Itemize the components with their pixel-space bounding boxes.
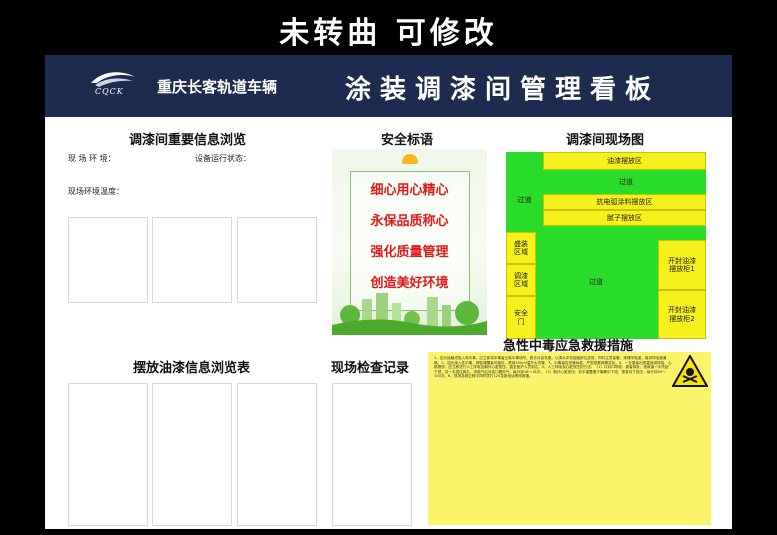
company-name: 重庆长客轨道车辆 [157, 78, 278, 96]
zone-safe-door: 安全 门 [506, 296, 536, 339]
toxic-hazard-icon [672, 355, 708, 387]
management-board: CQCK 重庆长客轨道车辆 涂装调漆间管理看板 调漆间重要信息浏览 现 场 环 … [45, 55, 732, 529]
zone-aisle-center: 过道 [589, 277, 603, 286]
safety-poster: 细心用心精心 永保品质称心 强化质量管理 创造美好环境 [332, 149, 487, 335]
zone-mix: 调漆 区域 [506, 264, 536, 296]
safety-title: 安全标语 [381, 133, 434, 148]
safety-slogan: 永保品质称心 [370, 214, 449, 229]
env-temp-label: 现场环境温度： [68, 187, 124, 196]
info-browse-title: 调漆间重要信息浏览 [129, 133, 247, 148]
safety-slogan: 强化质量管理 [370, 245, 449, 260]
inspection-slot [332, 383, 412, 526]
info-slot [152, 217, 232, 303]
site-map-title: 调漆间现场图 [566, 133, 645, 148]
zone-aisle-top: 过道 [619, 177, 633, 186]
zone-container: 盛装 区域 [506, 232, 536, 264]
paint-list-title: 摆放油漆信息浏览表 [133, 361, 251, 376]
board-title: 涂装调漆间管理看板 [345, 75, 661, 105]
paint-slot [237, 383, 317, 526]
zone-paint-area: 油漆摆放区 [543, 152, 706, 170]
cityscape-graphic [332, 293, 487, 335]
device-status-label: 设备运行状态： [195, 154, 251, 163]
info-slot [237, 217, 317, 303]
zone-aisle-left: 过道 [517, 195, 532, 204]
board-header: CQCK 重庆长客轨道车辆 涂装调漆间管理看板 [45, 55, 732, 117]
zone-cabinet-2: 开封油漆 摆放柜2 [658, 290, 706, 339]
inspection-title: 现场检查记录 [331, 361, 410, 376]
zone-putty: 腻子摆放区 [543, 210, 706, 226]
rescue-instructions: 1、如为接触或吸入而中毒，应立即将中毒者迁离中毒场所，脱去污染衣服，以清水冲洗接… [434, 356, 672, 379]
zone-cabinet-1: 开封油漆 摆放柜1 [658, 240, 706, 290]
paint-slot [68, 383, 148, 526]
safety-slogan: 细心用心精心 [370, 183, 449, 198]
top-caption: 未转曲 可修改 [279, 16, 498, 51]
paint-slot [152, 383, 232, 526]
info-slot [68, 217, 148, 303]
env-label: 现 场 环 境： [68, 154, 116, 163]
site-map: 油漆摆放区 过道 过道 抗电弧涂料摆放区 腻子摆放区 盛装 区域 调漆 区域 安… [506, 152, 706, 339]
rescue-panel: 1、如为接触或吸入而中毒，应立即将中毒者迁离中毒场所，脱去污染衣服，以清水冲洗接… [428, 352, 711, 525]
helmet-icon [402, 154, 418, 164]
zone-arc-paint: 抗电弧涂料摆放区 [543, 194, 706, 210]
logo-text: CQCK [95, 87, 124, 96]
